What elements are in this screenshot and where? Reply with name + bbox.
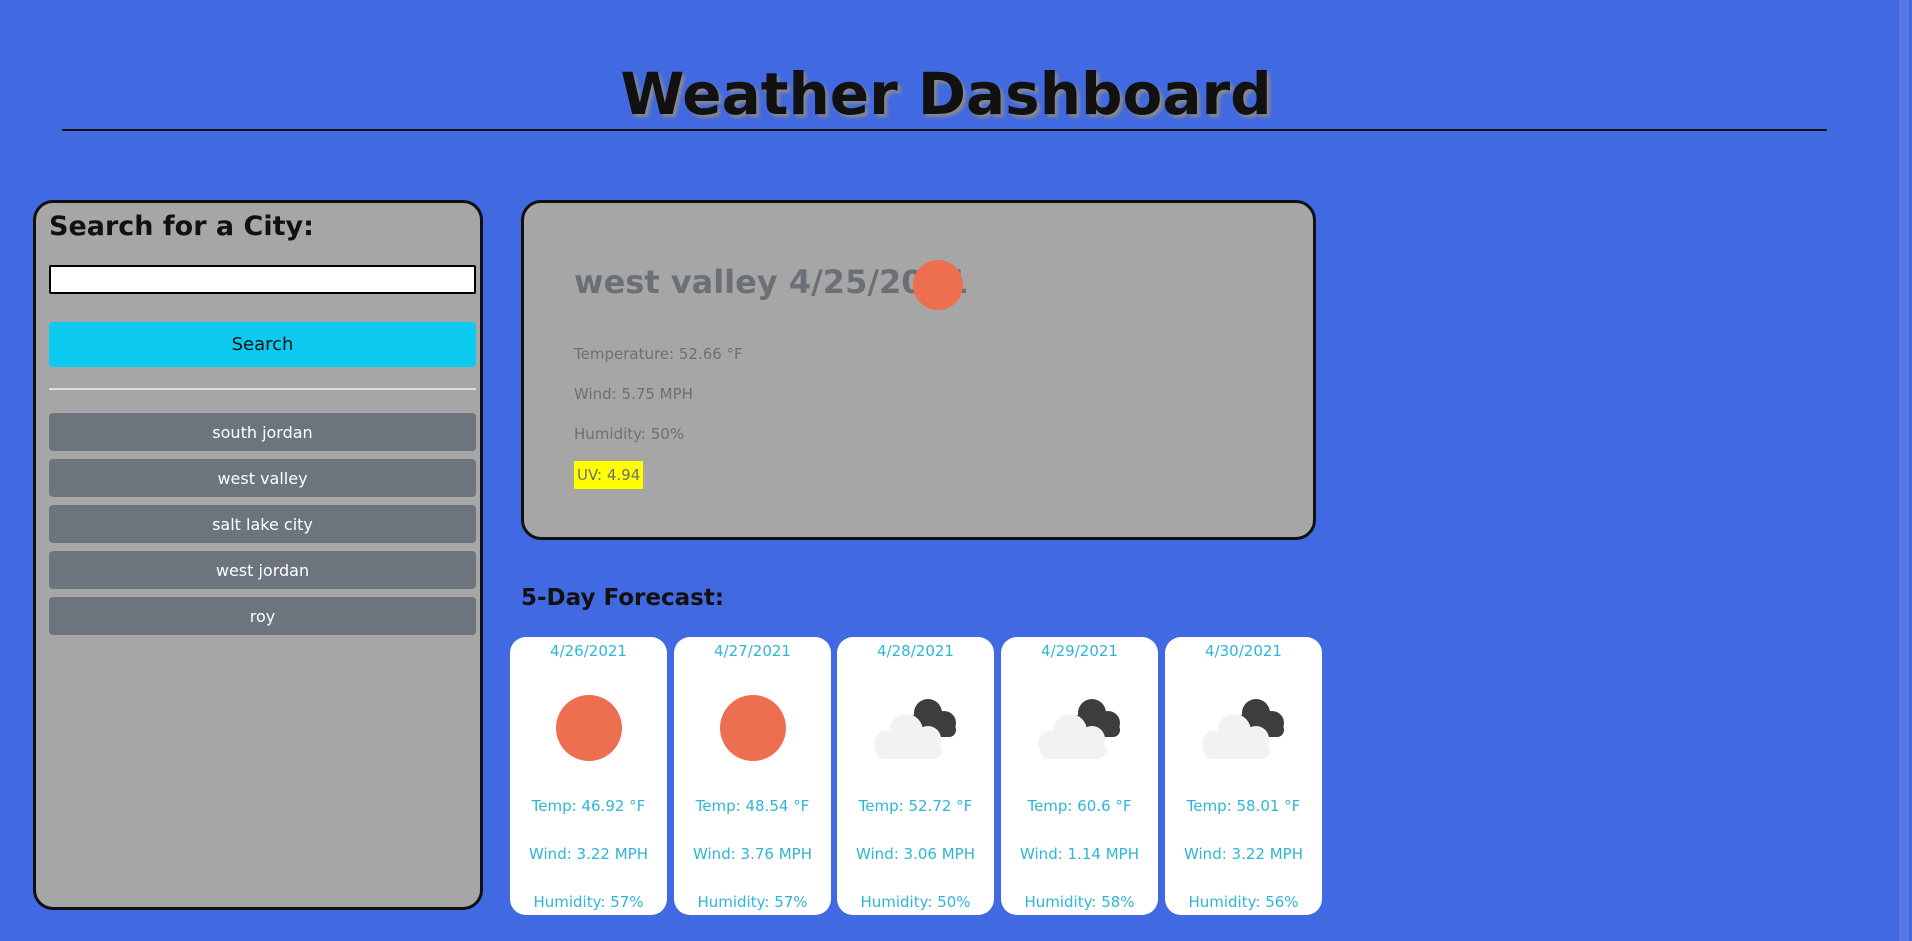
search-heading: Search for a City: (49, 211, 314, 242)
forecast-wind: Wind: 3.76 MPH (693, 845, 812, 863)
cloud-icon (874, 699, 956, 759)
search-history-list: south jordan west valley salt lake city … (49, 413, 476, 643)
forecast-date: 4/26/2021 (550, 642, 627, 660)
forecast-temp: Temp: 52.72 °F (858, 797, 973, 815)
current-city-date: west valley 4/25/2021 (574, 263, 969, 301)
search-button[interactable]: Search (49, 322, 476, 367)
forecast-icon-wrap (510, 695, 667, 765)
history-item-south-jordan[interactable]: south jordan (49, 413, 476, 451)
forecast-date: 4/30/2021 (1205, 642, 1282, 660)
city-search-input[interactable] (49, 265, 476, 294)
forecast-card: 4/30/2021 Temp: 58.01 °F Wind: 3.22 MPH … (1165, 637, 1322, 915)
forecast-date: 4/27/2021 (714, 642, 791, 660)
forecast-wind: Wind: 1.14 MPH (1020, 845, 1139, 863)
forecast-temp: Temp: 60.6 °F (1027, 797, 1132, 815)
forecast-wind: Wind: 3.22 MPH (1184, 845, 1303, 863)
scrollbar-thumb[interactable] (1899, 0, 1909, 941)
forecast-card: 4/28/2021 Temp: 52.72 °F Wind: 3.06 MPH … (837, 637, 994, 915)
current-humidity: Humidity: 50% (574, 425, 685, 443)
current-weather-card: west valley 4/25/2021 Temperature: 52.66… (521, 200, 1316, 540)
forecast-icon-wrap (1165, 695, 1322, 765)
current-wind: Wind: 5.75 MPH (574, 385, 693, 403)
forecast-icon-wrap (837, 695, 994, 765)
forecast-temp: Temp: 48.54 °F (695, 797, 810, 815)
forecast-humidity: Humidity: 57% (697, 893, 808, 911)
page-scrollbar[interactable] (1895, 0, 1912, 941)
search-sidebar: Search for a City: Search south jordan w… (33, 200, 483, 910)
page-title: Weather Dashboard (620, 60, 1272, 128)
history-item-west-jordan[interactable]: west jordan (49, 551, 476, 589)
forecast-icon-wrap (674, 695, 831, 765)
forecast-wind: Wind: 3.22 MPH (529, 845, 648, 863)
uv-index-badge: UV: 4.94 (574, 461, 644, 489)
title-divider (62, 129, 1827, 131)
forecast-heading: 5-Day Forecast: (521, 585, 725, 611)
forecast-card: 4/26/2021 Temp: 46.92 °F Wind: 3.22 MPH … (510, 637, 667, 915)
forecast-temp: Temp: 58.01 °F (1186, 797, 1301, 815)
forecast-humidity: Humidity: 56% (1188, 893, 1299, 911)
cloud-icon (1038, 699, 1120, 759)
sun-icon (720, 695, 786, 761)
forecast-date: 4/29/2021 (1041, 642, 1118, 660)
forecast-icon-wrap (1001, 695, 1158, 765)
forecast-temp: Temp: 46.92 °F (531, 797, 646, 815)
forecast-date: 4/28/2021 (877, 642, 954, 660)
cloud-icon (1202, 699, 1284, 759)
sun-icon (913, 260, 963, 310)
current-temperature: Temperature: 52.66 °F (574, 345, 743, 363)
forecast-row: 4/26/2021 Temp: 46.92 °F Wind: 3.22 MPH … (510, 637, 1325, 915)
forecast-card: 4/29/2021 Temp: 60.6 °F Wind: 1.14 MPH H… (1001, 637, 1158, 915)
history-item-west-valley[interactable]: west valley (49, 459, 476, 497)
forecast-card: 4/27/2021 Temp: 48.54 °F Wind: 3.76 MPH … (674, 637, 831, 915)
forecast-humidity: Humidity: 50% (860, 893, 971, 911)
forecast-humidity: Humidity: 57% (533, 893, 644, 911)
weather-dashboard-page: Weather Dashboard Search for a City: Sea… (0, 0, 1912, 941)
history-item-roy[interactable]: roy (49, 597, 476, 635)
history-item-salt-lake-city[interactable]: salt lake city (49, 505, 476, 543)
sidebar-divider (49, 388, 476, 390)
forecast-wind: Wind: 3.06 MPH (856, 845, 975, 863)
sun-icon (556, 695, 622, 761)
forecast-humidity: Humidity: 58% (1024, 893, 1135, 911)
